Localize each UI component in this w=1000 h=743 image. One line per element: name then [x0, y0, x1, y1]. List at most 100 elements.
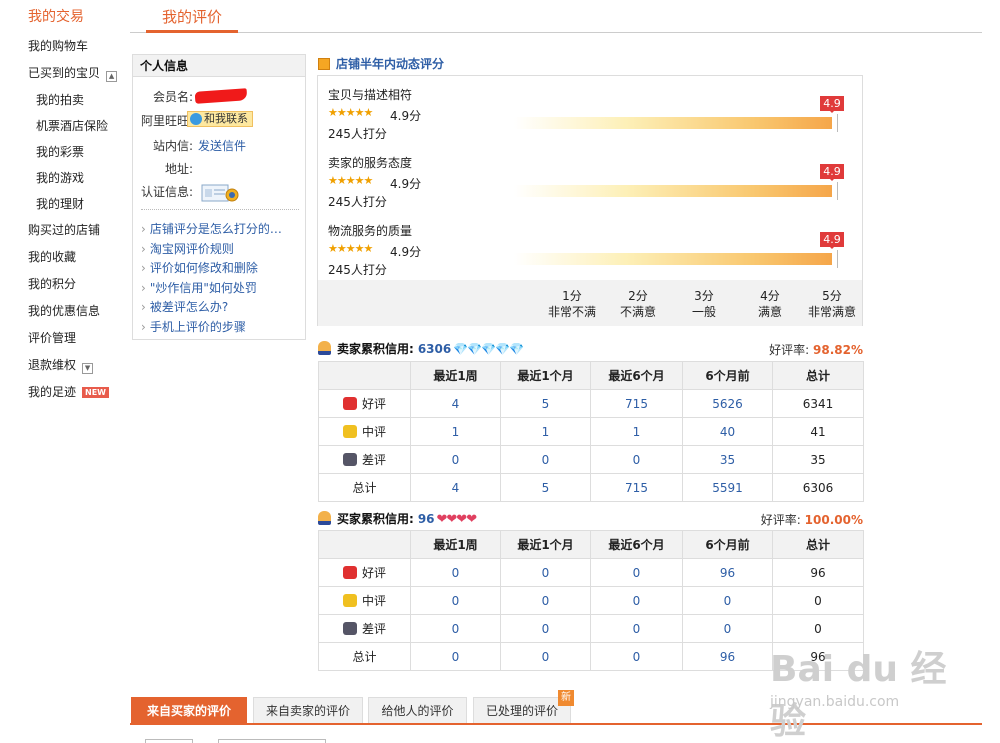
wangwang-icon — [190, 113, 202, 125]
row-label-cell: 好评 — [318, 389, 411, 418]
review-tab[interactable]: 已处理的评价 — [473, 697, 571, 723]
send-message-link[interactable]: 发送信件 — [198, 137, 246, 154]
table-cell: 6306 — [772, 473, 864, 502]
sidebar-item-label: 退款维权 — [28, 358, 77, 372]
table-cell[interactable]: 0 — [500, 445, 591, 474]
review-tab[interactable]: 来自卖家的评价 — [253, 697, 363, 723]
table-cell[interactable]: 5 — [500, 389, 591, 418]
help-link[interactable]: 手机上评价的步骤 — [141, 318, 246, 335]
rating-count: 245人打分 — [328, 195, 387, 209]
table-cell[interactable]: 96 — [682, 558, 773, 587]
rating-item-name: 宝贝与描述相符 — [328, 88, 413, 102]
sidebar-item[interactable]: 购买过的店铺 — [28, 221, 100, 238]
contact-me-button[interactable]: 和我联系 — [187, 111, 253, 127]
rating-scale-item: 3分 一般 — [669, 288, 739, 320]
sidebar-item-label: 我的收藏 — [28, 250, 77, 264]
sidebar-item[interactable]: 我的收藏 — [28, 248, 76, 265]
table-cell[interactable]: 0 — [500, 614, 591, 643]
top-divider — [130, 32, 982, 33]
seller-credit-header: 卖家累积信用: 6306 💎💎💎💎💎 — [318, 340, 524, 357]
table-cell[interactable]: 4 — [410, 473, 501, 502]
sidebar-item[interactable]: 我的优惠信息 — [28, 302, 100, 319]
table-cell[interactable]: 1 — [500, 417, 591, 446]
sidebar-item[interactable]: 我的游戏 — [36, 169, 84, 186]
buyer-credit-value[interactable]: 96 — [418, 512, 435, 526]
seller-credit-value[interactable]: 6306 — [418, 342, 451, 356]
table-cell[interactable]: 1 — [590, 417, 683, 446]
certification-icon[interactable] — [201, 183, 239, 203]
sidebar-item[interactable]: 我的理财 — [36, 195, 84, 212]
sidebar-item[interactable]: 我的拍卖 — [36, 91, 84, 108]
table-cell[interactable]: 0 — [410, 558, 501, 587]
seller-user-icon — [318, 341, 331, 355]
star-rating-icon: ★★★★★ — [328, 242, 373, 255]
table-cell[interactable]: 0 — [500, 558, 591, 587]
table-cell[interactable]: 0 — [410, 445, 501, 474]
review-tab[interactable]: 来自买家的评价 — [131, 697, 247, 723]
sidebar-item[interactable]: 机票酒店保险 — [36, 117, 108, 134]
table-cell[interactable]: 0 — [590, 586, 683, 615]
sidebar-item[interactable]: 我的彩票 — [36, 143, 84, 160]
diamond-icons: 💎💎💎💎💎 — [453, 342, 524, 356]
table-cell[interactable]: 5626 — [682, 389, 773, 418]
rating-item-name: 物流服务的质量 — [328, 224, 413, 238]
help-link[interactable]: 评价如何修改和删除 — [141, 259, 258, 276]
rating-title-icon — [318, 58, 330, 70]
table-cell[interactable]: 0 — [682, 586, 773, 615]
sidebar-item[interactable]: 评价管理 — [28, 329, 76, 346]
table-header-cell: 最近6个月 — [590, 361, 683, 390]
row-label-cell: 总计 — [318, 473, 411, 502]
table-cell[interactable]: 0 — [410, 586, 501, 615]
sidebar-item[interactable]: 退款维权 ▼ — [28, 356, 94, 374]
help-link[interactable]: "炒作信用"如何处罚 — [141, 279, 257, 296]
table-cell[interactable]: 0 — [590, 614, 683, 643]
review-tab[interactable]: 给他人的评价 — [368, 697, 467, 723]
row-label: 中评 — [361, 594, 386, 608]
table-cell[interactable]: 5591 — [682, 473, 773, 502]
filter-box[interactable] — [145, 739, 193, 743]
table-cell[interactable]: 96 — [682, 642, 773, 671]
buyer-user-icon — [318, 511, 331, 525]
rating-scale-item: 2分 不满意 — [603, 288, 673, 320]
watermark-url: jingyan.baidu.com — [770, 694, 900, 710]
help-link[interactable]: 被差评怎么办? — [141, 298, 228, 315]
table-cell: 96 — [772, 558, 864, 587]
table-row: 差评 0 0 0 35 35 — [318, 445, 864, 474]
table-cell[interactable]: 4 — [410, 389, 501, 418]
rating-count: 245人打分 — [328, 127, 387, 141]
expand-icon[interactable]: ▼ — [82, 363, 94, 374]
member-name-label: 会员名: — [152, 90, 193, 104]
rating-bar — [514, 253, 832, 265]
sidebar-title[interactable]: 我的交易 — [28, 6, 84, 26]
table-cell[interactable]: 0 — [500, 586, 591, 615]
tab-my-reviews[interactable]: 我的评价 — [146, 5, 238, 33]
table-cell[interactable]: 35 — [682, 445, 773, 474]
sidebar-item[interactable]: 我的积分 — [28, 275, 76, 292]
row-label: 中评 — [361, 425, 386, 439]
rating-bar — [514, 117, 832, 129]
personal-info-title: 个人信息 — [133, 55, 305, 77]
table-cell[interactable]: 0 — [410, 614, 501, 643]
table-cell[interactable]: 715 — [590, 389, 683, 418]
table-cell[interactable]: 40 — [682, 417, 773, 446]
table-cell[interactable]: 715 — [590, 473, 683, 502]
scale-desc: 满意 — [757, 305, 782, 319]
collapse-icon[interactable]: ▲ — [106, 71, 118, 82]
table-cell[interactable]: 1 — [410, 417, 501, 446]
sidebar-item[interactable]: 我的足迹 NEW — [28, 383, 109, 400]
star-rating-icon: ★★★★★ — [328, 174, 373, 187]
table-cell[interactable]: 0 — [590, 558, 683, 587]
table-cell[interactable]: 0 — [410, 642, 501, 671]
table-cell[interactable]: 0 — [500, 642, 591, 671]
help-link[interactable]: 店铺评分是怎么打分的… — [141, 220, 282, 237]
table-cell[interactable]: 0 — [590, 642, 683, 671]
help-link[interactable]: 淘宝网评价规则 — [141, 240, 234, 257]
sidebar-item[interactable]: 我的购物车 — [28, 37, 88, 54]
scale-score: 3分 — [694, 289, 714, 303]
row-label: 好评 — [361, 566, 386, 580]
table-cell[interactable]: 0 — [590, 445, 683, 474]
filter-box[interactable] — [218, 739, 326, 743]
sidebar-item[interactable]: 已买到的宝贝 ▲ — [28, 64, 118, 82]
table-cell[interactable]: 0 — [682, 614, 773, 643]
table-cell[interactable]: 5 — [500, 473, 591, 502]
